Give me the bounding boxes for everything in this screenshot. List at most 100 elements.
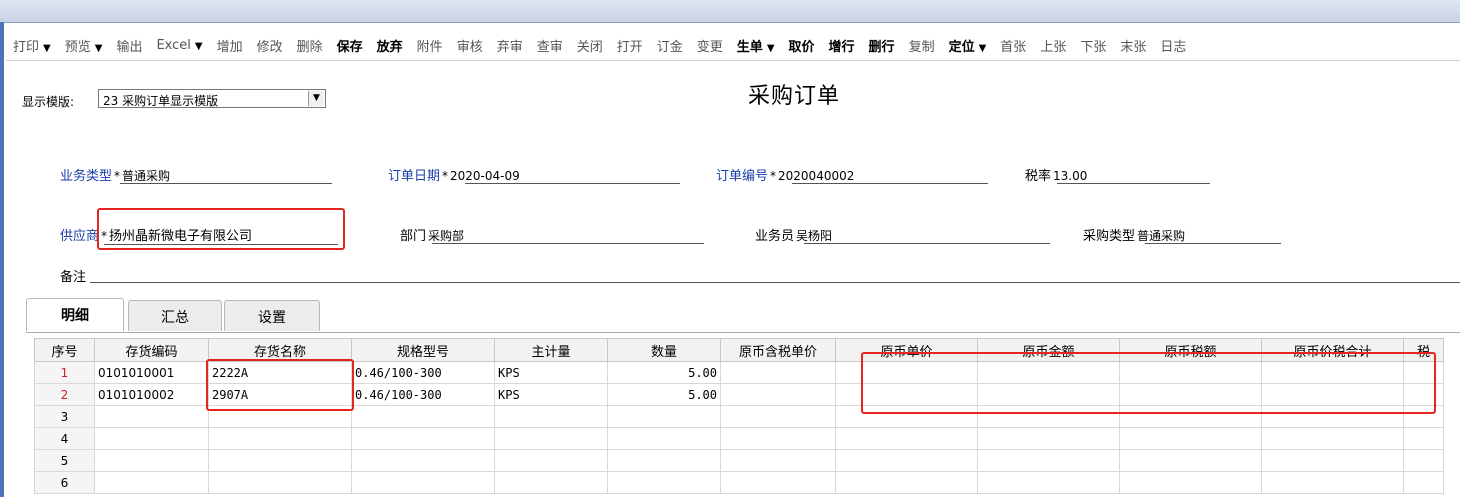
dropdown-caret-icon[interactable]: ▼ bbox=[43, 43, 51, 54]
toolbar-button[interactable]: 上张 bbox=[1033, 36, 1073, 55]
order-no-field[interactable]: 订单编号 * 2020040002 bbox=[716, 165, 854, 184]
toolbar-button[interactable]: 打开 bbox=[610, 36, 650, 55]
col-header[interactable]: 序号 bbox=[34, 338, 95, 362]
tab-detail[interactable]: 明细 bbox=[26, 298, 124, 331]
cell-unit[interactable] bbox=[494, 471, 608, 494]
cell-code[interactable]: 0101010001 bbox=[94, 361, 209, 384]
cell-spec[interactable]: 0.46/100-300 bbox=[351, 361, 495, 384]
template-select[interactable]: 23 采购订单显示模版 ▼ bbox=[98, 89, 326, 108]
toolbar-button[interactable]: 订金 bbox=[650, 36, 690, 55]
remark-field[interactable]: 备注 bbox=[60, 266, 86, 285]
cell-unit[interactable] bbox=[494, 449, 608, 472]
cell-empty[interactable] bbox=[835, 449, 978, 472]
tax-rate-field[interactable]: 税率 13.00 bbox=[1025, 165, 1087, 184]
cell-empty[interactable] bbox=[835, 471, 978, 494]
toolbar-button[interactable]: Excel ▼ bbox=[149, 38, 209, 53]
cell-empty[interactable] bbox=[1119, 471, 1262, 494]
cell-spec[interactable] bbox=[351, 449, 495, 472]
toolbar-button[interactable]: 弃审 bbox=[490, 36, 530, 55]
cell-empty[interactable] bbox=[720, 405, 836, 428]
col-header[interactable]: 规格型号 bbox=[351, 338, 495, 362]
toolbar-button[interactable]: 删除 bbox=[290, 36, 330, 55]
dropdown-caret-icon[interactable]: ▼ bbox=[979, 43, 987, 54]
col-header[interactable]: 数量 bbox=[607, 338, 721, 362]
cell-unit[interactable]: KPS bbox=[494, 361, 608, 384]
cell-code[interactable] bbox=[94, 427, 209, 450]
cell-empty[interactable] bbox=[720, 471, 836, 494]
toolbar-button[interactable]: 输出 bbox=[109, 36, 149, 55]
toolbar-button[interactable]: 删行 bbox=[862, 36, 902, 55]
col-header[interactable]: 主计量 bbox=[494, 338, 608, 362]
cell-empty[interactable] bbox=[835, 427, 978, 450]
toolbar-button[interactable]: 保存 bbox=[330, 36, 370, 55]
toolbar-button[interactable]: 末张 bbox=[1113, 36, 1153, 55]
cell-name[interactable] bbox=[208, 427, 352, 450]
cell-empty[interactable] bbox=[720, 449, 836, 472]
cell-empty[interactable] bbox=[1403, 471, 1444, 494]
toolbar-button[interactable]: 首张 bbox=[993, 36, 1033, 55]
cell-empty[interactable] bbox=[720, 427, 836, 450]
col-header[interactable]: 存货编码 bbox=[94, 338, 209, 362]
cell-code[interactable] bbox=[94, 471, 209, 494]
cell-name[interactable] bbox=[208, 471, 352, 494]
cell-empty[interactable] bbox=[1119, 449, 1262, 472]
cell-qty[interactable] bbox=[607, 471, 721, 494]
tab-settings[interactable]: 设置 bbox=[224, 300, 320, 331]
toolbar-button[interactable]: 审核 bbox=[450, 36, 490, 55]
dropdown-caret-icon[interactable]: ▼ bbox=[95, 43, 103, 54]
cell-spec[interactable] bbox=[351, 405, 495, 428]
toolbar-button[interactable]: 增行 bbox=[822, 36, 862, 55]
cell-unit[interactable]: KPS bbox=[494, 383, 608, 406]
toolbar-button[interactable]: 定位 ▼ bbox=[942, 36, 994, 55]
toolbar-button[interactable]: 查审 bbox=[530, 36, 570, 55]
cell-spec[interactable]: 0.46/100-300 bbox=[351, 383, 495, 406]
toolbar-button[interactable]: 变更 bbox=[690, 36, 730, 55]
cell-qty[interactable] bbox=[607, 449, 721, 472]
cell-empty[interactable] bbox=[1261, 427, 1404, 450]
cell-empty[interactable] bbox=[1261, 449, 1404, 472]
cell-spec[interactable] bbox=[351, 427, 495, 450]
table-row[interactable]: 6 bbox=[34, 471, 1444, 494]
toolbar-button[interactable]: 增加 bbox=[210, 36, 250, 55]
toolbar-button[interactable]: 取价 bbox=[782, 36, 822, 55]
toolbar-button[interactable]: 复制 bbox=[902, 36, 942, 55]
cell-empty[interactable] bbox=[1403, 427, 1444, 450]
toolbar-button[interactable]: 日志 bbox=[1153, 36, 1193, 55]
toolbar-button[interactable]: 下张 bbox=[1073, 36, 1113, 55]
cell-empty[interactable] bbox=[977, 471, 1120, 494]
cell-empty[interactable] bbox=[1119, 427, 1262, 450]
dropdown-caret-icon[interactable]: ▼ bbox=[767, 43, 775, 54]
toolbar-button[interactable]: 附件 bbox=[410, 36, 450, 55]
cell-code[interactable]: 0101010002 bbox=[94, 383, 209, 406]
toolbar-button[interactable]: 关闭 bbox=[570, 36, 610, 55]
purchase-type-field[interactable]: 采购类型 普通采购 bbox=[1083, 225, 1185, 244]
cell-empty[interactable] bbox=[977, 449, 1120, 472]
biz-type-field[interactable]: 业务类型 * 普通采购 bbox=[60, 165, 170, 184]
cell-unit[interactable] bbox=[494, 405, 608, 428]
toolbar-button[interactable]: 修改 bbox=[250, 36, 290, 55]
cell-empty[interactable] bbox=[977, 427, 1120, 450]
dept-field[interactable]: 部门 采购部 bbox=[400, 225, 464, 244]
toolbar-button[interactable]: 放弃 bbox=[370, 36, 410, 55]
dropdown-caret-icon[interactable]: ▼ bbox=[195, 41, 203, 52]
cell-qty[interactable] bbox=[607, 405, 721, 428]
cell-qty[interactable]: 5.00 bbox=[607, 361, 721, 384]
col-header[interactable]: 原币含税单价 bbox=[720, 338, 836, 362]
toolbar-button[interactable]: 生单 ▼ bbox=[730, 36, 782, 55]
order-date-field[interactable]: 订单日期 * 2020-04-09 bbox=[388, 165, 520, 184]
cell-qty[interactable]: 5.00 bbox=[607, 383, 721, 406]
toolbar-button[interactable]: 预览 ▼ bbox=[58, 36, 110, 55]
cell-unit[interactable] bbox=[494, 427, 608, 450]
cell-empty[interactable] bbox=[1403, 449, 1444, 472]
cell-empty[interactable] bbox=[1261, 471, 1404, 494]
cell-name[interactable] bbox=[208, 449, 352, 472]
cell-qty[interactable] bbox=[607, 427, 721, 450]
cell-empty[interactable] bbox=[720, 383, 836, 406]
tab-summary[interactable]: 汇总 bbox=[128, 300, 222, 331]
cell-spec[interactable] bbox=[351, 471, 495, 494]
cell-code[interactable] bbox=[94, 405, 209, 428]
table-row[interactable]: 5 bbox=[34, 449, 1444, 472]
table-row[interactable]: 4 bbox=[34, 427, 1444, 450]
chevron-down-icon[interactable]: ▼ bbox=[308, 91, 324, 106]
cell-code[interactable] bbox=[94, 449, 209, 472]
